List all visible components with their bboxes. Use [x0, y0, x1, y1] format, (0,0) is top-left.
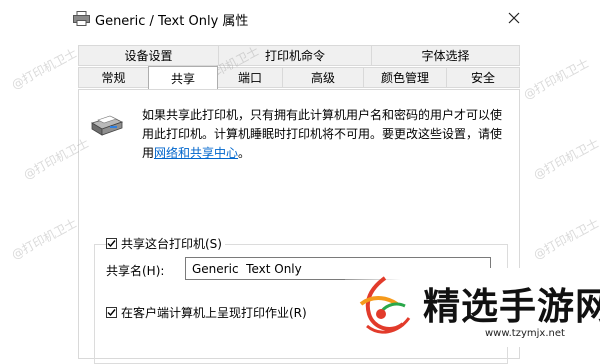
tab-general[interactable]: 常规 [78, 67, 149, 88]
render-jobs-row[interactable]: 在客户端计算机上呈现打印作业(R) [106, 304, 307, 321]
share-name-label: 共享名(H): [106, 264, 165, 278]
share-printer-checkbox[interactable] [106, 238, 117, 249]
tab-device-settings[interactable]: 设备设置 [78, 45, 219, 66]
tab-ports[interactable]: 端口 [217, 67, 283, 88]
close-button[interactable] [498, 4, 530, 32]
shared-printer-icon [91, 115, 124, 136]
watermark: @打印机卫士 [9, 215, 80, 263]
tab-security[interactable]: 安全 [446, 67, 520, 88]
watermark: @打印机卫士 [9, 45, 80, 93]
tab-color-management[interactable]: 颜色管理 [363, 67, 447, 88]
tab-printer-commands[interactable]: 打印机命令 [218, 45, 372, 66]
network-sharing-center-link[interactable]: 网络和共享中心 [154, 146, 238, 160]
window-title: Generic / Text Only 属性 [95, 14, 249, 29]
printer-icon [73, 11, 90, 26]
sharing-description: 如果共享此打印机，只有拥有此计算机用户名和密码的用户才可以使用此打印机。计算机睡… [142, 106, 512, 163]
watermark: @打印机卫士 [531, 135, 600, 183]
render-jobs-checkbox[interactable] [106, 307, 117, 318]
share-printer-row[interactable]: 共享这台打印机(S) [106, 235, 225, 252]
tab-font-selection[interactable]: 字体选择 [371, 45, 520, 66]
title-bar: Generic / Text Only 属性 [0, 0, 600, 36]
tab-row-top: 设备设置 打印机命令 字体选择 [78, 45, 520, 67]
site-url: www.tzymjx.net [485, 328, 565, 339]
tab-sharing[interactable]: 共享 [148, 66, 218, 89]
render-jobs-label: 在客户端计算机上呈现打印作业(R) [121, 306, 307, 320]
description-suffix: 。 [238, 146, 251, 160]
watermark: @打印机卫士 [531, 215, 600, 263]
checkmark-icon [107, 240, 116, 248]
tab-row-bottom: 常规 共享 端口 高级 颜色管理 安全 [78, 66, 520, 89]
site-badge: 精选手游网 www.tzymjx.net [345, 268, 600, 347]
site-logo-icon [359, 276, 411, 334]
tab-advanced[interactable]: 高级 [282, 67, 364, 88]
watermark: @打印机卫士 [521, 55, 592, 103]
checkmark-icon [107, 309, 116, 317]
close-icon [508, 12, 520, 24]
site-name: 精选手游网 [423, 285, 600, 328]
share-printer-label: 共享这台打印机(S) [121, 237, 222, 251]
